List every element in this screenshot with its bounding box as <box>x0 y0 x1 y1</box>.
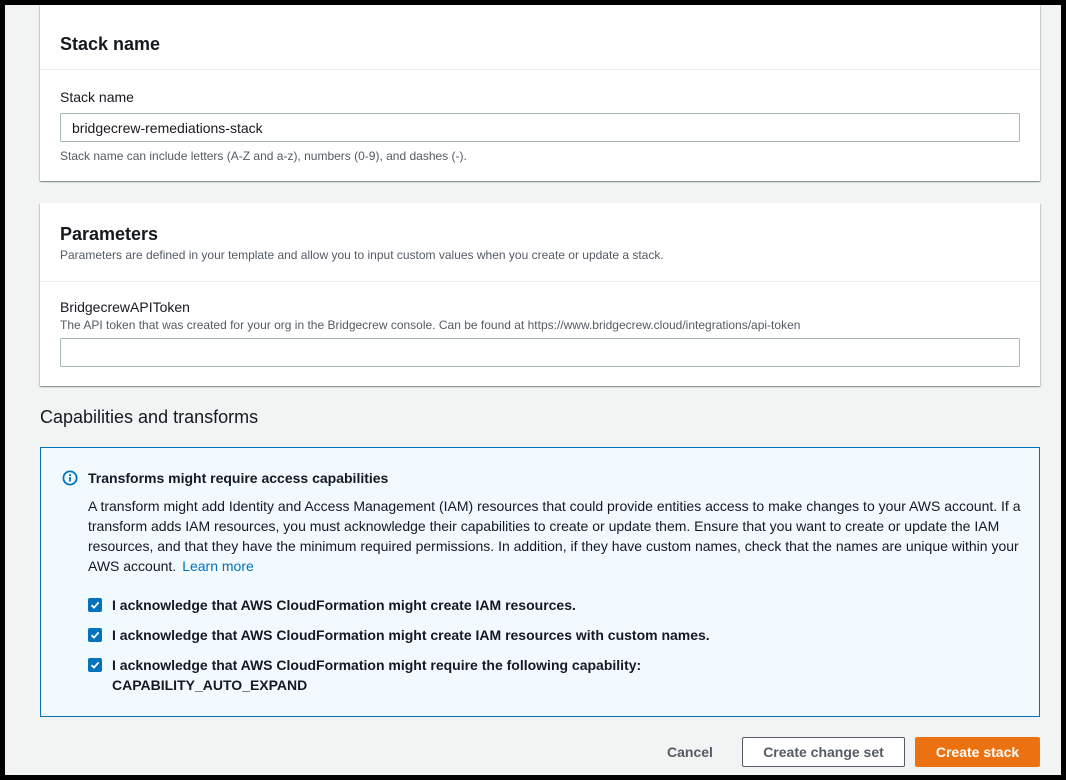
checkmark-icon <box>90 601 100 609</box>
api-token-input[interactable] <box>60 338 1020 367</box>
stack-name-panel-header: Stack name <box>40 5 1040 70</box>
api-token-description: The API token that was created for your … <box>60 318 801 332</box>
parameters-panel-body: BridgecrewAPIToken The API token that wa… <box>40 297 1040 367</box>
parameters-panel-description: Parameters are defined in your template … <box>60 248 664 262</box>
ack-auto-expand-row[interactable]: I acknowledge that AWS CloudFormation mi… <box>88 655 1019 695</box>
learn-more-link[interactable]: Learn more <box>182 558 254 574</box>
create-change-set-button[interactable]: Create change set <box>742 737 905 767</box>
checkmark-icon <box>90 661 100 669</box>
alert-body: A transform might add Identity and Acces… <box>88 496 1028 576</box>
stack-name-panel-body: Stack name Stack name can include letter… <box>40 87 1040 164</box>
stack-name-panel-title: Stack name <box>60 34 161 54</box>
ack-iam-resources-checkbox[interactable] <box>88 598 102 612</box>
app-frame: Stack name Stack name Stack name can inc… <box>5 5 1061 775</box>
acknowledgement-checkboxes: I acknowledge that AWS CloudFormation mi… <box>88 595 1019 695</box>
parameters-panel: Parameters Parameters are defined in you… <box>40 203 1040 386</box>
ack-auto-expand-capability: CAPABILITY_AUTO_EXPAND <box>112 677 308 693</box>
ack-custom-names-label: I acknowledge that AWS CloudFormation mi… <box>112 627 710 643</box>
capabilities-section-title: Capabilities and transforms <box>40 407 259 427</box>
alert-header: Transforms might require access capabili… <box>62 468 1019 488</box>
parameters-panel-header: Parameters Parameters are defined in you… <box>40 203 1040 282</box>
ack-iam-resources-row[interactable]: I acknowledge that AWS CloudFormation mi… <box>88 595 1019 615</box>
api-token-label: BridgecrewAPIToken <box>60 299 190 315</box>
checkmark-icon <box>90 631 100 639</box>
ack-iam-resources-label: I acknowledge that AWS CloudFormation mi… <box>112 597 576 613</box>
ack-auto-expand-label: I acknowledge that AWS CloudFormation mi… <box>112 655 641 695</box>
ack-auto-expand-label-line1: I acknowledge that AWS CloudFormation mi… <box>112 657 642 673</box>
stack-name-input[interactable] <box>60 113 1020 142</box>
ack-auto-expand-checkbox[interactable] <box>88 658 102 672</box>
stack-name-label: Stack name <box>60 89 134 105</box>
parameters-panel-title: Parameters <box>60 224 159 244</box>
stack-name-panel: Stack name Stack name Stack name can inc… <box>40 5 1040 181</box>
form-actions: Cancel Create change set Create stack <box>655 737 1040 767</box>
transforms-info-alert: Transforms might require access capabili… <box>40 447 1040 717</box>
info-icon <box>62 470 78 486</box>
create-stack-button[interactable]: Create stack <box>915 737 1040 767</box>
stack-name-hint: Stack name can include letters (A-Z and … <box>60 149 467 163</box>
ack-custom-names-checkbox[interactable] <box>88 628 102 642</box>
ack-custom-names-row[interactable]: I acknowledge that AWS CloudFormation mi… <box>88 625 1019 645</box>
alert-title: Transforms might require access capabili… <box>88 470 389 486</box>
cancel-button[interactable]: Cancel <box>655 737 725 767</box>
